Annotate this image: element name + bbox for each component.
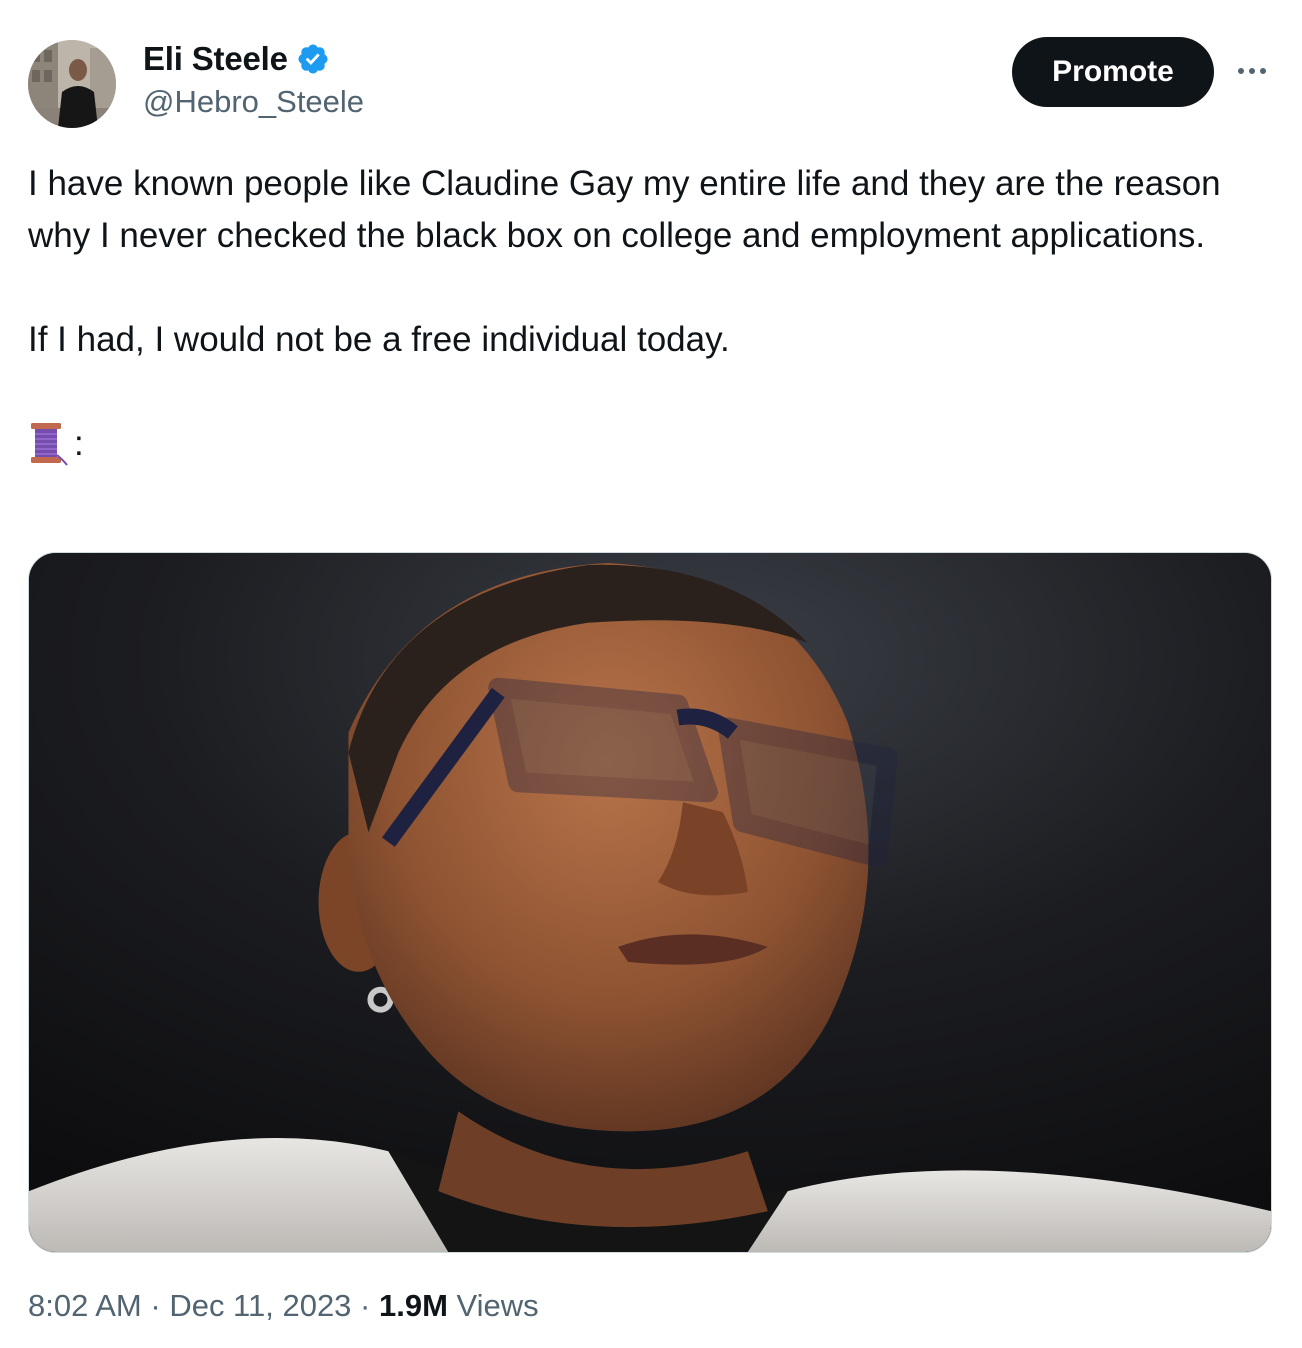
- thread-spool-icon: [31, 423, 68, 466]
- tweet-time[interactable]: 8:02 AM: [28, 1288, 142, 1323]
- views-count[interactable]: 1.9M: [379, 1288, 448, 1323]
- more-options-button[interactable]: [1232, 56, 1272, 86]
- meta-separator: ·: [351, 1288, 379, 1323]
- tweet-date[interactable]: Dec 11, 2023: [169, 1288, 351, 1323]
- tweet-paragraph-2: If I had, I would not be a free individu…: [28, 320, 730, 359]
- author-name-row[interactable]: Eli Steele: [143, 40, 330, 78]
- thread-colon: :: [74, 424, 84, 463]
- tweet-paragraph-1: I have known people like Claudine Gay my…: [28, 164, 1221, 255]
- tweet-card: Eli Steele @Hebro_Steele Promote I have …: [0, 0, 1302, 1348]
- avatar[interactable]: [28, 40, 116, 128]
- meta-separator: ·: [141, 1288, 170, 1323]
- ellipsis-icon-dot: [1249, 68, 1255, 74]
- tweet-media-photo[interactable]: [28, 552, 1272, 1253]
- verified-badge-icon: [298, 44, 328, 74]
- tweet-meta: 8:02 AM · Dec 11, 2023 · 1.9M Views: [28, 1286, 539, 1326]
- ellipsis-icon-dot: [1238, 68, 1244, 74]
- tweet-text: I have known people like Claudine Gay my…: [28, 158, 1268, 470]
- ellipsis-icon-dot: [1260, 68, 1266, 74]
- views-label: Views: [447, 1288, 539, 1323]
- author-handle[interactable]: @Hebro_Steele: [143, 84, 364, 120]
- author-display-name[interactable]: Eli Steele: [143, 40, 288, 78]
- profile-photo-icon: [28, 40, 116, 128]
- portrait-photo-image: [29, 553, 1271, 1252]
- thread-indicator: :: [28, 418, 1268, 470]
- promote-button[interactable]: Promote: [1012, 37, 1214, 107]
